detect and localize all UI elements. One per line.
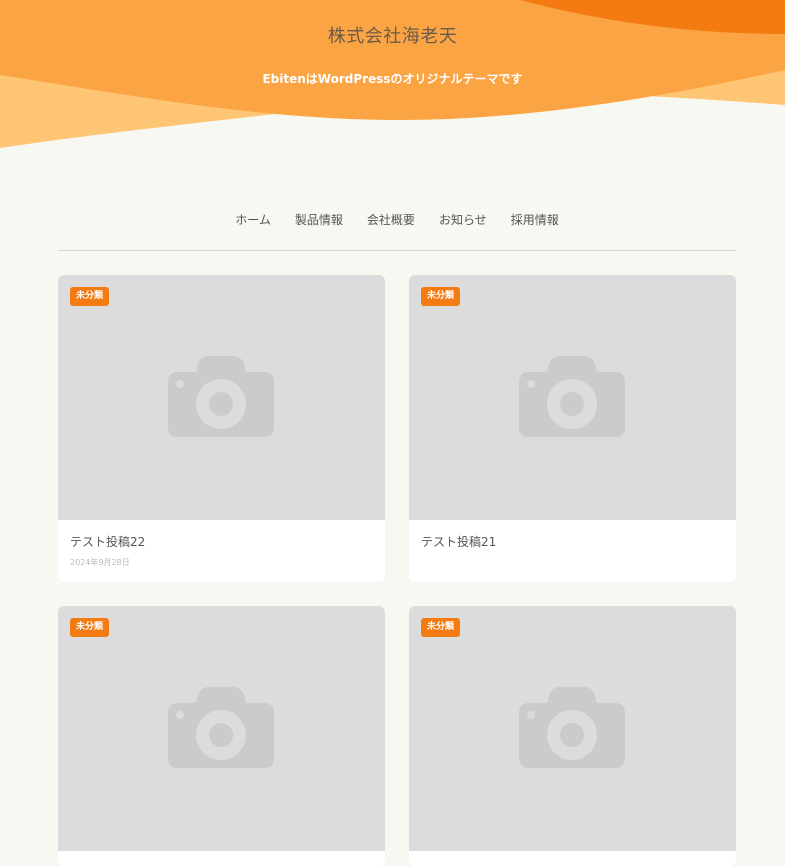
post-card[interactable]: 未分類 テスト投稿21 <box>409 275 736 582</box>
camera-icon <box>519 687 625 768</box>
post-date <box>409 550 736 569</box>
post-thumbnail[interactable]: 未分類 <box>409 275 736 520</box>
post-card[interactable]: 未分類 テスト投稿22 2024年9月28日 <box>58 275 385 582</box>
camera-icon <box>168 687 274 768</box>
post-thumbnail[interactable]: 未分類 <box>58 606 385 851</box>
site-title[interactable]: 株式会社海老天 <box>0 22 785 48</box>
post-title[interactable]: テスト投稿22 <box>58 520 385 550</box>
post-title[interactable]: テスト投稿21 <box>409 520 736 550</box>
site-tagline: EbitenはWordPressのオリジナルテーマです <box>262 72 523 86</box>
nav-item-news[interactable]: お知らせ <box>439 211 487 228</box>
nav-item-products[interactable]: 製品情報 <box>295 211 343 228</box>
post-thumbnail[interactable]: 未分類 <box>409 606 736 851</box>
nav-divider <box>58 250 736 251</box>
post-card[interactable]: 未分類 <box>58 606 385 866</box>
category-badge[interactable]: 未分類 <box>421 618 461 637</box>
post-date: 2024年9月28日 <box>70 558 130 567</box>
category-badge[interactable]: 未分類 <box>70 287 110 306</box>
category-badge[interactable]: 未分類 <box>421 287 461 306</box>
nav-item-recruit[interactable]: 採用情報 <box>511 211 559 228</box>
camera-icon <box>519 356 625 437</box>
camera-icon <box>168 356 274 437</box>
post-thumbnail[interactable]: 未分類 <box>58 275 385 520</box>
main-navigation: ホーム 製品情報 会社概要 お知らせ 採用情報 <box>58 211 736 228</box>
site-header: 株式会社海老天 EbitenはWordPressのオリジナルテーマです <box>0 0 785 160</box>
nav-item-company[interactable]: 会社概要 <box>367 211 415 228</box>
category-badge[interactable]: 未分類 <box>70 618 110 637</box>
post-card[interactable]: 未分類 <box>409 606 736 866</box>
nav-item-home[interactable]: ホーム <box>235 211 271 228</box>
